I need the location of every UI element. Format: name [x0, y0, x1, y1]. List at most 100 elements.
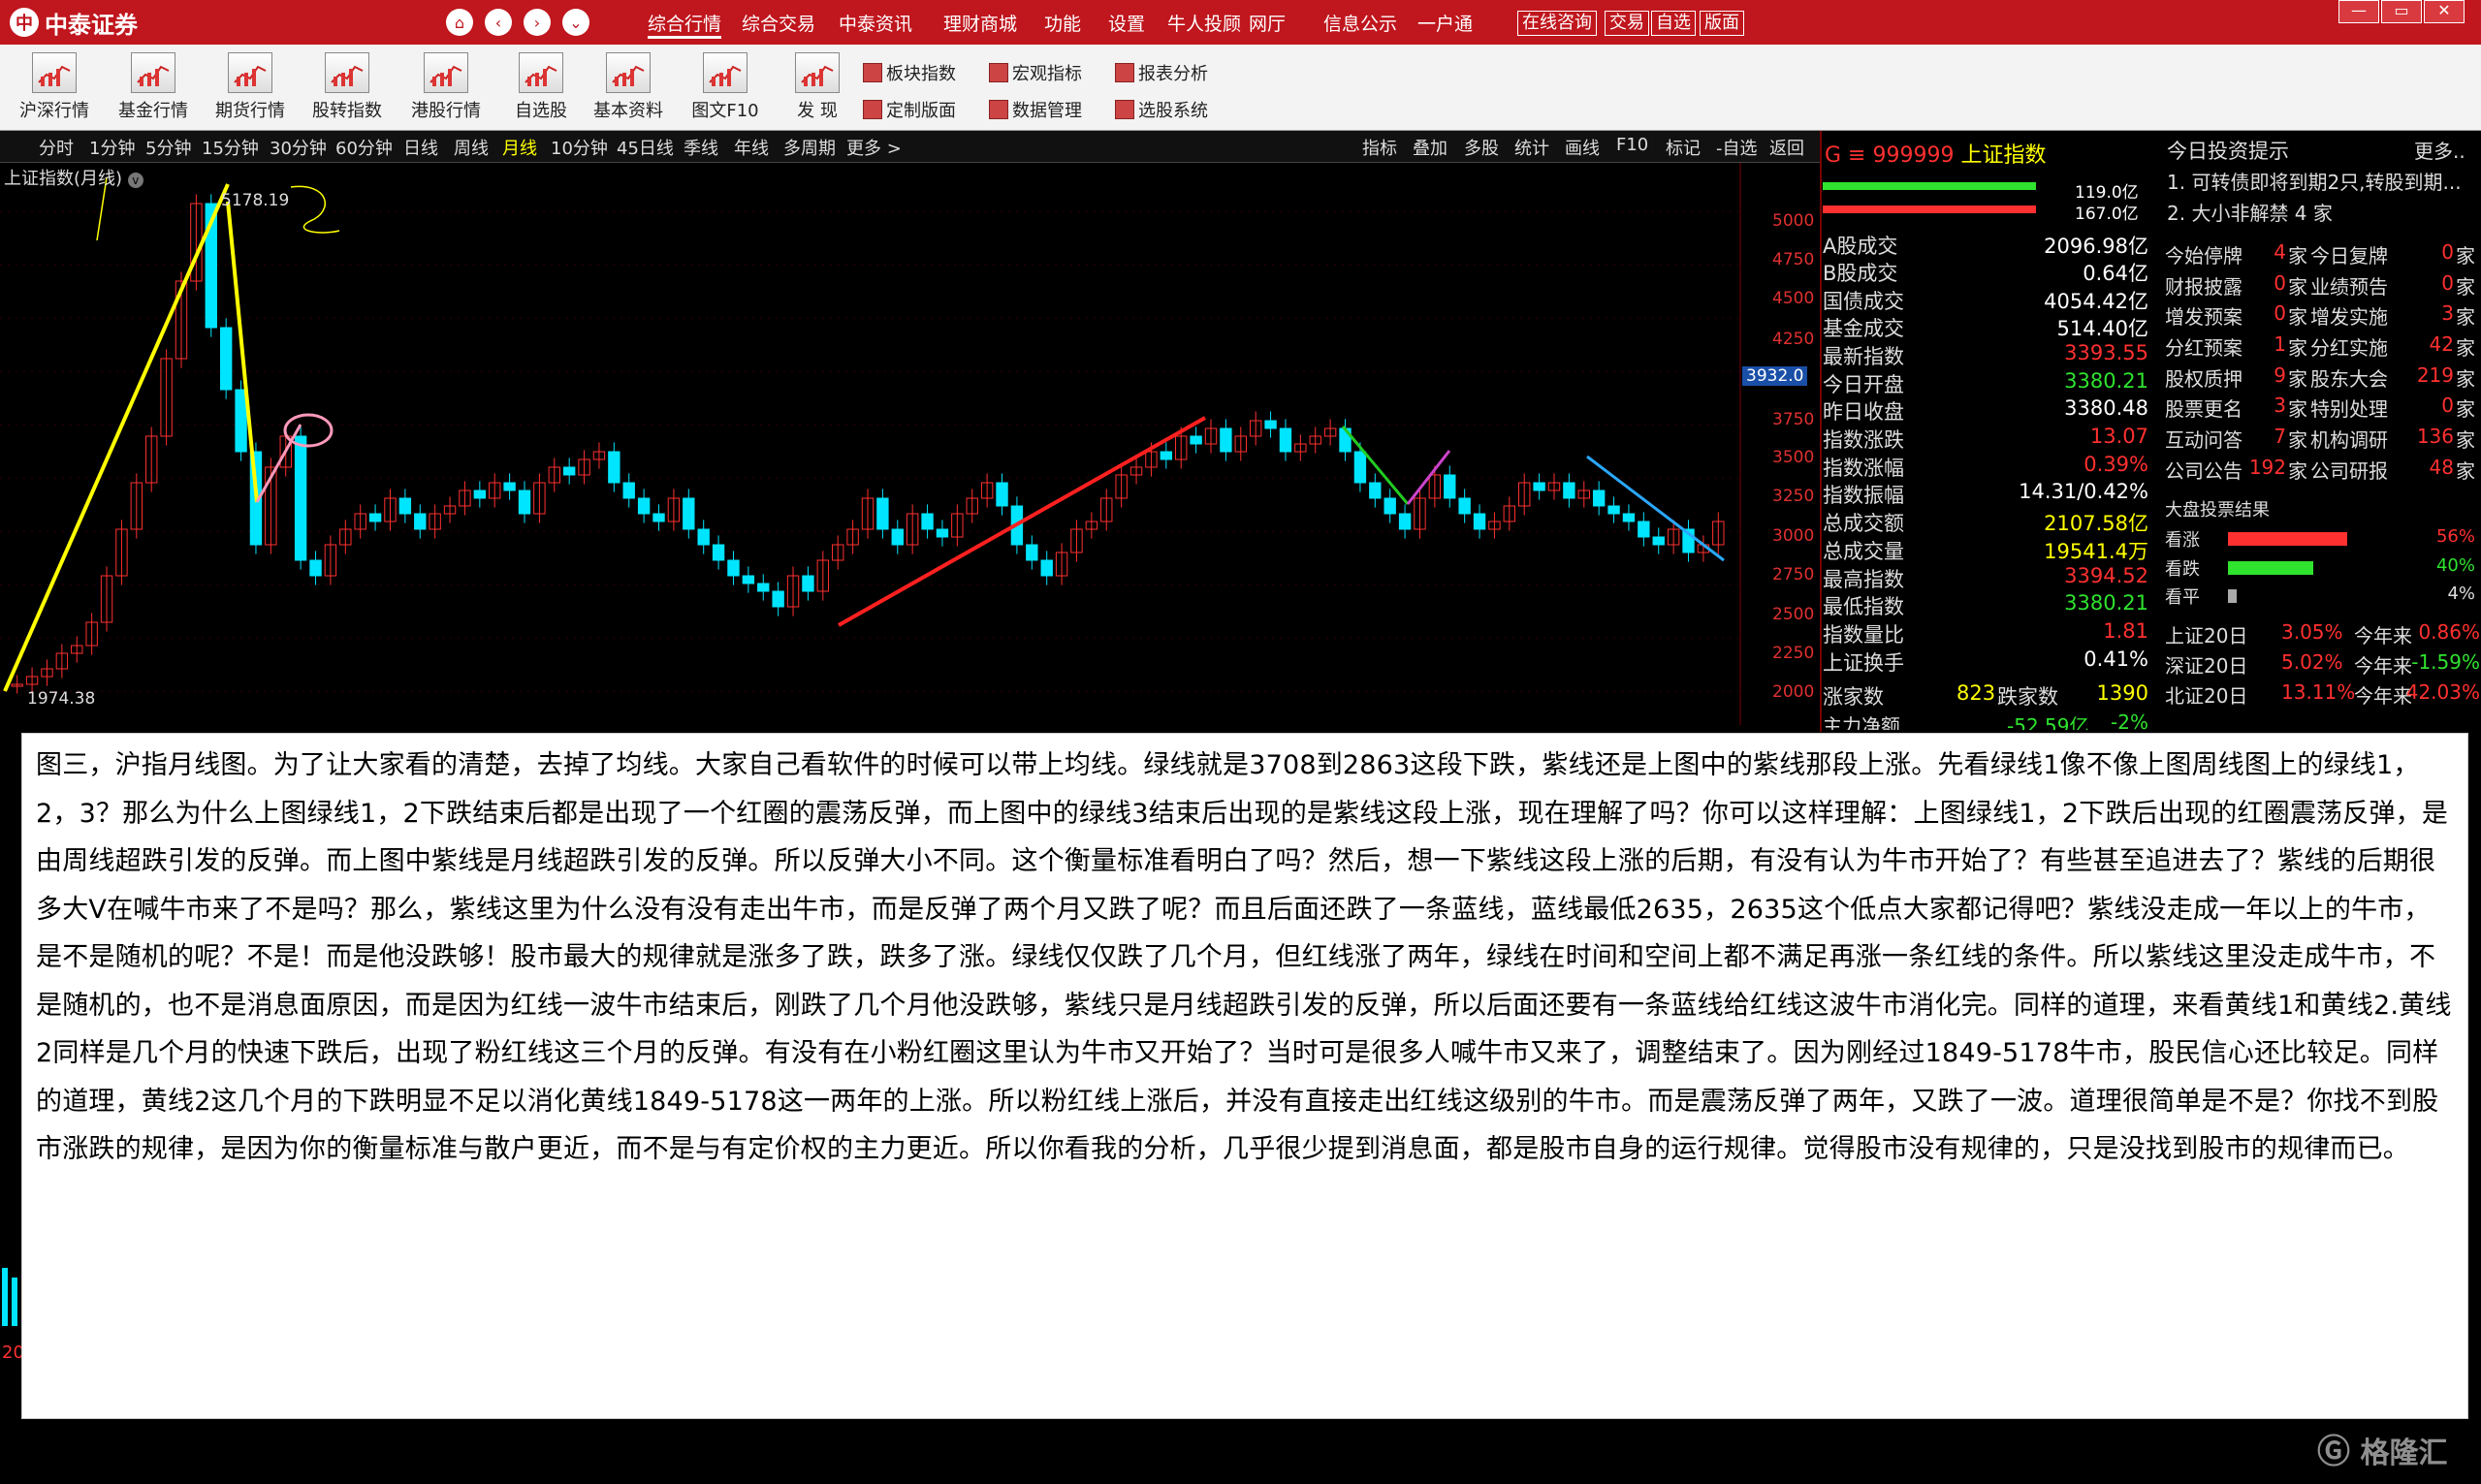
toolbar-button[interactable]: 港股行情 [399, 48, 493, 126]
toolbar-small-button[interactable]: 板块指数 [863, 60, 956, 85]
top-menu-item[interactable]: 信息公示 [1323, 10, 1397, 36]
kline-chart[interactable] [0, 163, 1818, 725]
chart-tool-button[interactable]: 返回 [1769, 135, 1804, 160]
quote-row-label: 基金成交 [1823, 317, 1904, 340]
news-stat-row[interactable]: 增发预案 0 家增发实施 3 家 [2165, 301, 2475, 329]
stat-label: 公司研报 [2310, 459, 2388, 483]
flow-label: 主力净额 [1823, 714, 1900, 730]
period-tab[interactable]: 月线 [502, 135, 537, 160]
toolbar-small-button[interactable]: 报表分析 [1115, 60, 1208, 85]
toolbar-small-label: 报表分析 [1138, 64, 1208, 84]
period-tab[interactable]: 多周期 [783, 135, 836, 160]
top-menu-item[interactable]: 牛人投顾 [1167, 10, 1241, 36]
toolbar-button[interactable]: 期货行情 [204, 48, 297, 126]
period-tab[interactable]: 年线 [734, 135, 769, 160]
home-icon[interactable]: ⌂ [446, 9, 473, 36]
period-tab[interactable]: 季线 [684, 135, 718, 160]
period-tab[interactable]: 30分钟 [270, 135, 327, 160]
toolbar-button[interactable]: 发 现 [771, 48, 864, 126]
close-icon[interactable]: ✕ [2424, 0, 2465, 23]
top-button[interactable]: 在线咨询 [1517, 11, 1597, 36]
quote-row-value: 1.81 [2103, 619, 2148, 643]
kline-svg [0, 163, 1741, 725]
candle-body [398, 497, 412, 515]
chevron-down-icon[interactable]: ⌄ [562, 9, 589, 36]
up-label: 涨家数 [1823, 685, 1884, 709]
chart-tool-button[interactable]: 指标 [1362, 135, 1397, 160]
toolbar-small-button[interactable]: 数据管理 [989, 97, 1082, 122]
news-more-link[interactable]: 更多.. [2414, 136, 2465, 164]
toolbar-small-button[interactable]: 宏观指标 [989, 60, 1082, 85]
chart-tool-button[interactable]: 叠加 [1413, 135, 1447, 160]
toolbar-button[interactable]: 自选股 [494, 48, 588, 126]
maximize-icon[interactable]: ▭ [2381, 0, 2422, 23]
chart-tool-button[interactable]: 标记 [1666, 135, 1701, 160]
period-tab[interactable]: 更多 > [846, 135, 902, 160]
forward-icon[interactable]: › [524, 9, 551, 36]
quote-row: 国债成交 4054.42亿 [1823, 286, 2152, 313]
quote-row: 上证换手 0.41% [1823, 647, 2152, 675]
top-menu-item[interactable]: 一户通 [1417, 10, 1473, 36]
top-menu-item[interactable]: 理财商城 [943, 10, 1017, 36]
news-stat-row[interactable]: 今始停牌 4 家今日复牌 0 家 [2165, 240, 2475, 268]
toolbar-button[interactable]: 股转指数 [301, 48, 394, 126]
y-tick-label: 3000 [1772, 526, 1815, 546]
candle-body [652, 513, 665, 522]
quote-row: 指数量比 1.81 [1823, 619, 2152, 647]
back-icon[interactable]: ‹ [485, 9, 512, 36]
toolbar-button[interactable]: 基本资料 [582, 48, 675, 126]
period-tab[interactable]: 1分钟 [89, 135, 135, 160]
stat-label: 增发预案 [2165, 305, 2242, 329]
chart-tool-button[interactable]: 统计 [1514, 135, 1549, 160]
perf-value: 13.11% [2281, 680, 2356, 704]
top-menu-item[interactable]: 设置 [1108, 10, 1145, 36]
y-tick-label: 4750 [1772, 250, 1815, 269]
stat-count: 0 [2441, 271, 2454, 295]
quote-row-value: 3380.21 [2064, 369, 2148, 393]
toolbar-button[interactable]: 基金行情 [107, 48, 200, 126]
chart-tool-button[interactable]: 多股 [1464, 135, 1499, 160]
period-tab[interactable]: 60分钟 [335, 135, 393, 160]
period-tab[interactable]: 5分钟 [145, 135, 191, 160]
news-stat-row[interactable]: 股权质押 9 家股东大会 219 家 [2165, 363, 2475, 391]
news-stat-row[interactable]: 公司公告 192 家公司研报 48 家 [2165, 456, 2475, 483]
chart-icon [519, 52, 563, 93]
news-item[interactable]: 1. 可转债即将到期2只,转股到期... [2167, 167, 2477, 195]
news-item[interactable]: 2. 大小非解禁 4 家 [2167, 198, 2333, 226]
period-tab[interactable]: 10分钟 [551, 135, 608, 160]
low-label: 1974.38 [27, 689, 96, 709]
period-tab[interactable]: 周线 [454, 135, 489, 160]
chart-icon [228, 52, 272, 93]
toolbar-button[interactable]: 沪深行情 [8, 48, 101, 126]
chart-tool-button[interactable]: F10 [1616, 135, 1648, 155]
chart-tool-button[interactable]: 画线 [1565, 135, 1600, 160]
candle-body [697, 528, 710, 546]
period-tab[interactable]: 日线 [403, 135, 438, 160]
news-stat-row[interactable]: 股票更名 3 家特别处理 0 家 [2165, 394, 2475, 421]
period-tab[interactable]: 45日线 [617, 135, 674, 160]
vote-bar [2228, 589, 2237, 603]
period-tab[interactable]: 15分钟 [202, 135, 259, 160]
top-menu-item[interactable]: 综合交易 [742, 10, 815, 36]
toolbar-small-button[interactable]: 定制版面 [863, 97, 956, 122]
top-button[interactable]: 交易 [1605, 11, 1649, 36]
perf-row: 上证20日 3.05% 今年来 0.86% [2165, 620, 2480, 647]
top-button[interactable]: 自选 [1651, 11, 1696, 36]
chart-tool-button[interactable]: -自选 [1716, 135, 1758, 160]
toolbar-button[interactable]: 图文F10 [679, 48, 772, 126]
toolbar-small-button[interactable]: 选股系统 [1115, 97, 1208, 122]
news-stat-row[interactable]: 财报披露 0 家业绩预告 0 家 [2165, 271, 2475, 299]
top-menu-item[interactable]: 功能 [1044, 10, 1081, 36]
news-stat-row[interactable]: 分红预案 1 家分红实施 42 家 [2165, 332, 2475, 360]
news-stat-row[interactable]: 互动问答 7 家机构调研 136 家 [2165, 425, 2475, 452]
top-menu-item[interactable]: 综合行情 [648, 10, 722, 39]
quote-row-value: 514.40亿 [2056, 317, 2148, 340]
period-tab[interactable]: 分时 [39, 135, 74, 160]
minimize-icon[interactable]: — [2338, 0, 2379, 23]
candle-body [1026, 544, 1038, 561]
top-button[interactable]: 版面 [1700, 11, 1744, 36]
top-menu-item[interactable]: 中泰资讯 [839, 10, 912, 36]
chevron-down-icon[interactable]: v [127, 173, 143, 188]
candle-body [622, 482, 635, 499]
top-menu-item[interactable]: 网厅 [1249, 10, 1286, 36]
